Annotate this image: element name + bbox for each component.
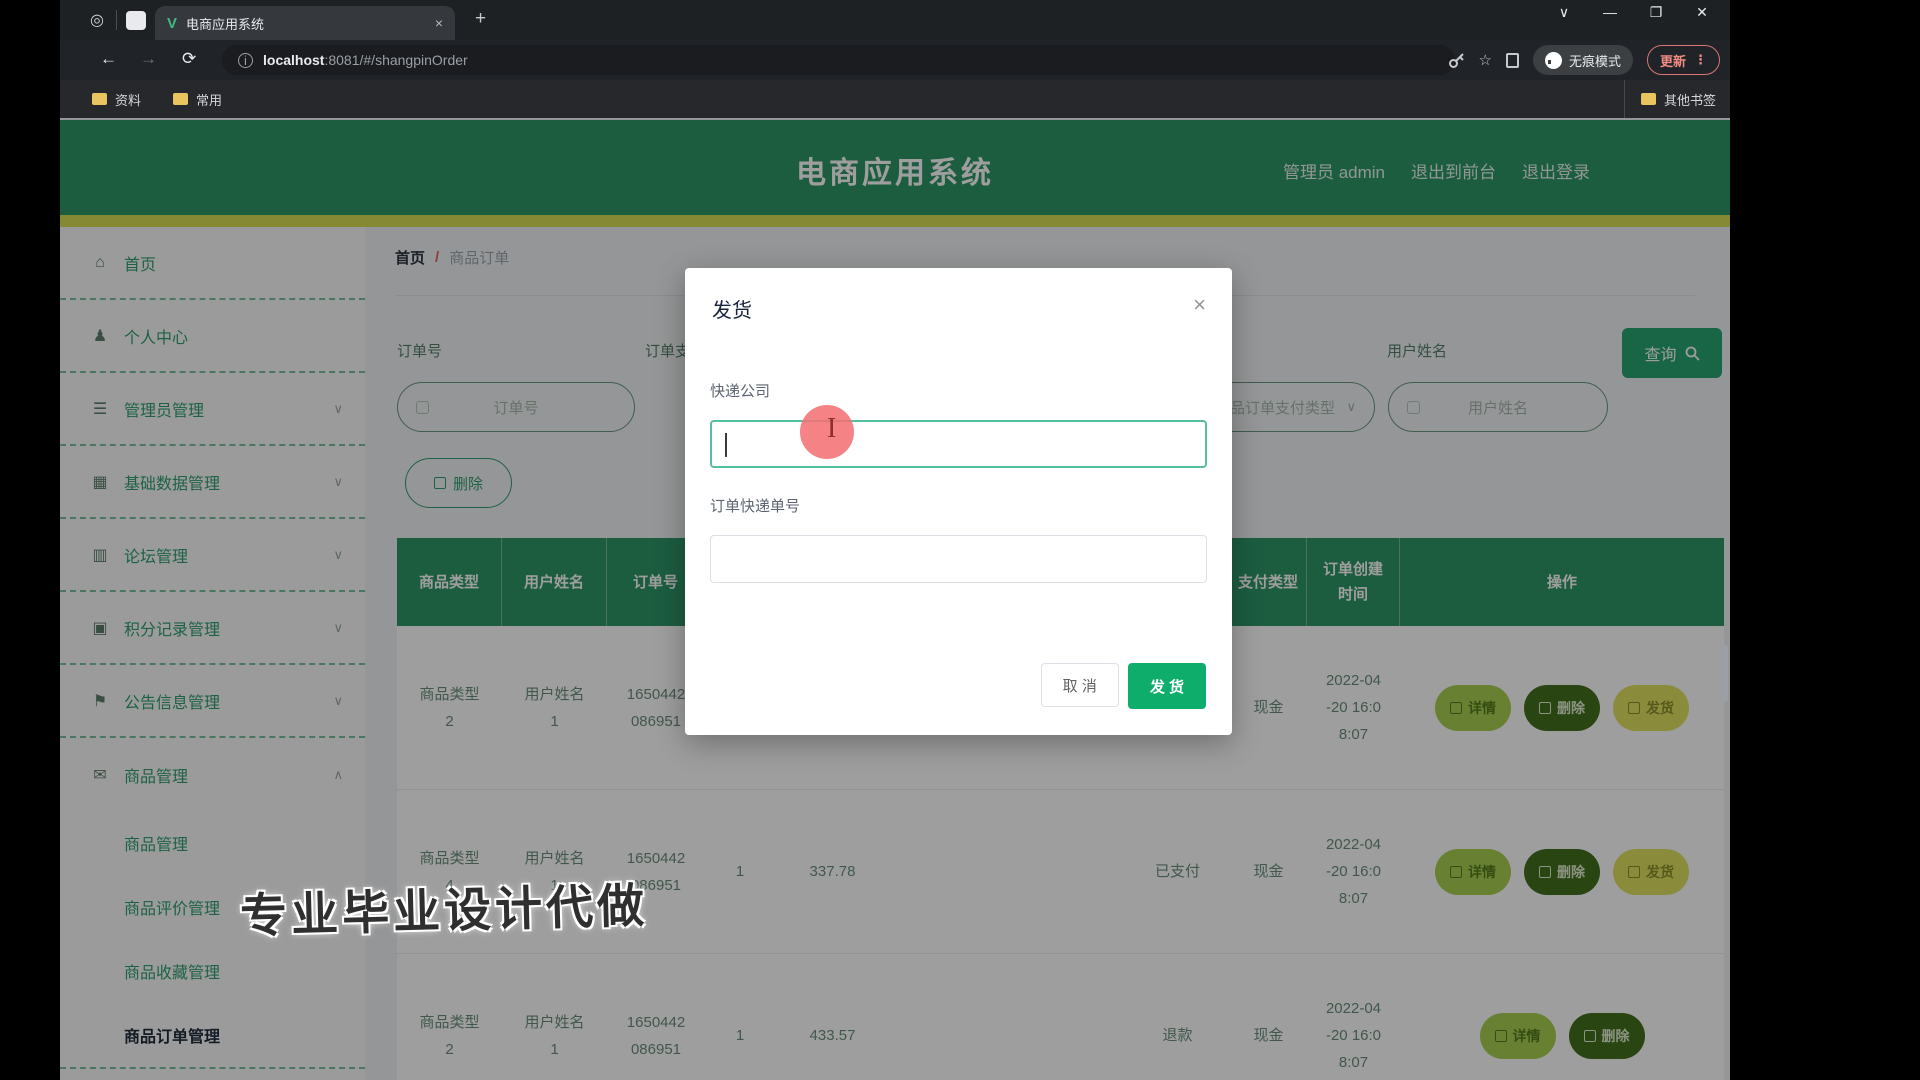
tab-title: 电商应用系统 — [186, 14, 264, 33]
screenshot-stage: ◎ V 电商应用系统 × + ∨ — ❐ ✕ ← → ⟳ i localhos — [0, 0, 1920, 1080]
video-watermark: 专业毕业设计代做 — [239, 867, 649, 947]
vue-favicon: V — [167, 15, 177, 32]
dialog-footer: 取 消 发 货 — [1041, 663, 1206, 709]
password-key-icon[interactable] — [1448, 52, 1465, 69]
bookmark-item[interactable]: 常用 — [173, 90, 222, 109]
bookmark-label: 资料 — [115, 90, 141, 109]
other-bookmarks[interactable]: 其他书签 — [1624, 80, 1716, 118]
text-caret — [725, 433, 727, 457]
url-host: localhost — [263, 52, 324, 68]
folder-icon — [173, 93, 188, 105]
bookmark-label: 其他书签 — [1664, 90, 1716, 109]
address-bar[interactable]: i localhost :8081/#/shangpinOrder — [222, 45, 1455, 75]
tab-separator — [116, 10, 117, 30]
url-bar-right-icons: ☆ 无痕模式 更新 ⋮ — [1448, 40, 1730, 80]
new-tab-button[interactable]: + — [475, 8, 486, 30]
express-company-input[interactable] — [710, 420, 1207, 468]
menu-dots-icon[interactable]: ⋮ — [1694, 52, 1707, 68]
dialog-close-icon[interactable]: × — [1193, 292, 1206, 318]
ibeam-cursor-icon: I — [827, 413, 836, 445]
bookmark-item[interactable]: 资料 — [92, 90, 141, 109]
window-chevron-icon[interactable]: ∨ — [1554, 4, 1574, 21]
tab-close-icon[interactable]: × — [435, 15, 443, 31]
page-scrollbar[interactable] — [1722, 645, 1728, 702]
browser-url-bar: ← → ⟳ i localhost :8081/#/shangpinOrder … — [60, 40, 1730, 80]
folder-icon — [92, 93, 107, 105]
bookmark-star-icon[interactable]: ☆ — [1479, 51, 1492, 69]
browser-tab-bar: ◎ V 电商应用系统 × + ∨ — ❐ ✕ — [60, 0, 1730, 40]
incognito-icon — [1545, 52, 1562, 69]
window-controls: ∨ — ❐ ✕ — [1554, 4, 1730, 21]
back-icon[interactable]: ← — [100, 49, 117, 69]
chrome-update-button[interactable]: 更新 ⋮ — [1647, 45, 1720, 75]
folder-icon — [1641, 93, 1656, 105]
cursor-highlight: I — [800, 405, 854, 459]
url-path: :8081/#/shangpinOrder — [324, 52, 467, 68]
bookmarks-bar: 资料 常用 其他书签 — [60, 80, 1730, 118]
forward-icon[interactable]: → — [140, 49, 157, 69]
window-minimize-button[interactable]: — — [1600, 4, 1620, 21]
incognito-label: 无痕模式 — [1569, 51, 1621, 70]
ship-dialog: 发货 × 快递公司 I 订单快递单号 取 消 发 货 — [685, 268, 1232, 735]
reload-icon[interactable]: ⟳ — [182, 49, 196, 69]
cancel-button[interactable]: 取 消 — [1041, 663, 1119, 707]
confirm-ship-button[interactable]: 发 货 — [1128, 663, 1206, 709]
tracking-no-input[interactable] — [710, 535, 1207, 583]
dialog-title: 发货 — [712, 294, 752, 323]
browser-tab[interactable]: V 电商应用系统 × — [155, 6, 455, 40]
window-close-button[interactable]: ✕ — [1692, 4, 1712, 21]
bookmark-label: 常用 — [196, 90, 222, 109]
tab-thumbnail-icon[interactable] — [126, 11, 146, 30]
tracking-no-label: 订单快递单号 — [710, 495, 800, 516]
express-company-label: 快递公司 — [710, 380, 770, 401]
side-panel-icon[interactable] — [1506, 53, 1519, 68]
site-info-icon[interactable]: i — [238, 53, 253, 68]
globe-icon[interactable]: ◎ — [90, 10, 104, 30]
update-label: 更新 — [1660, 51, 1686, 70]
incognito-badge: 无痕模式 — [1533, 45, 1633, 75]
window-restore-button[interactable]: ❐ — [1646, 4, 1666, 21]
